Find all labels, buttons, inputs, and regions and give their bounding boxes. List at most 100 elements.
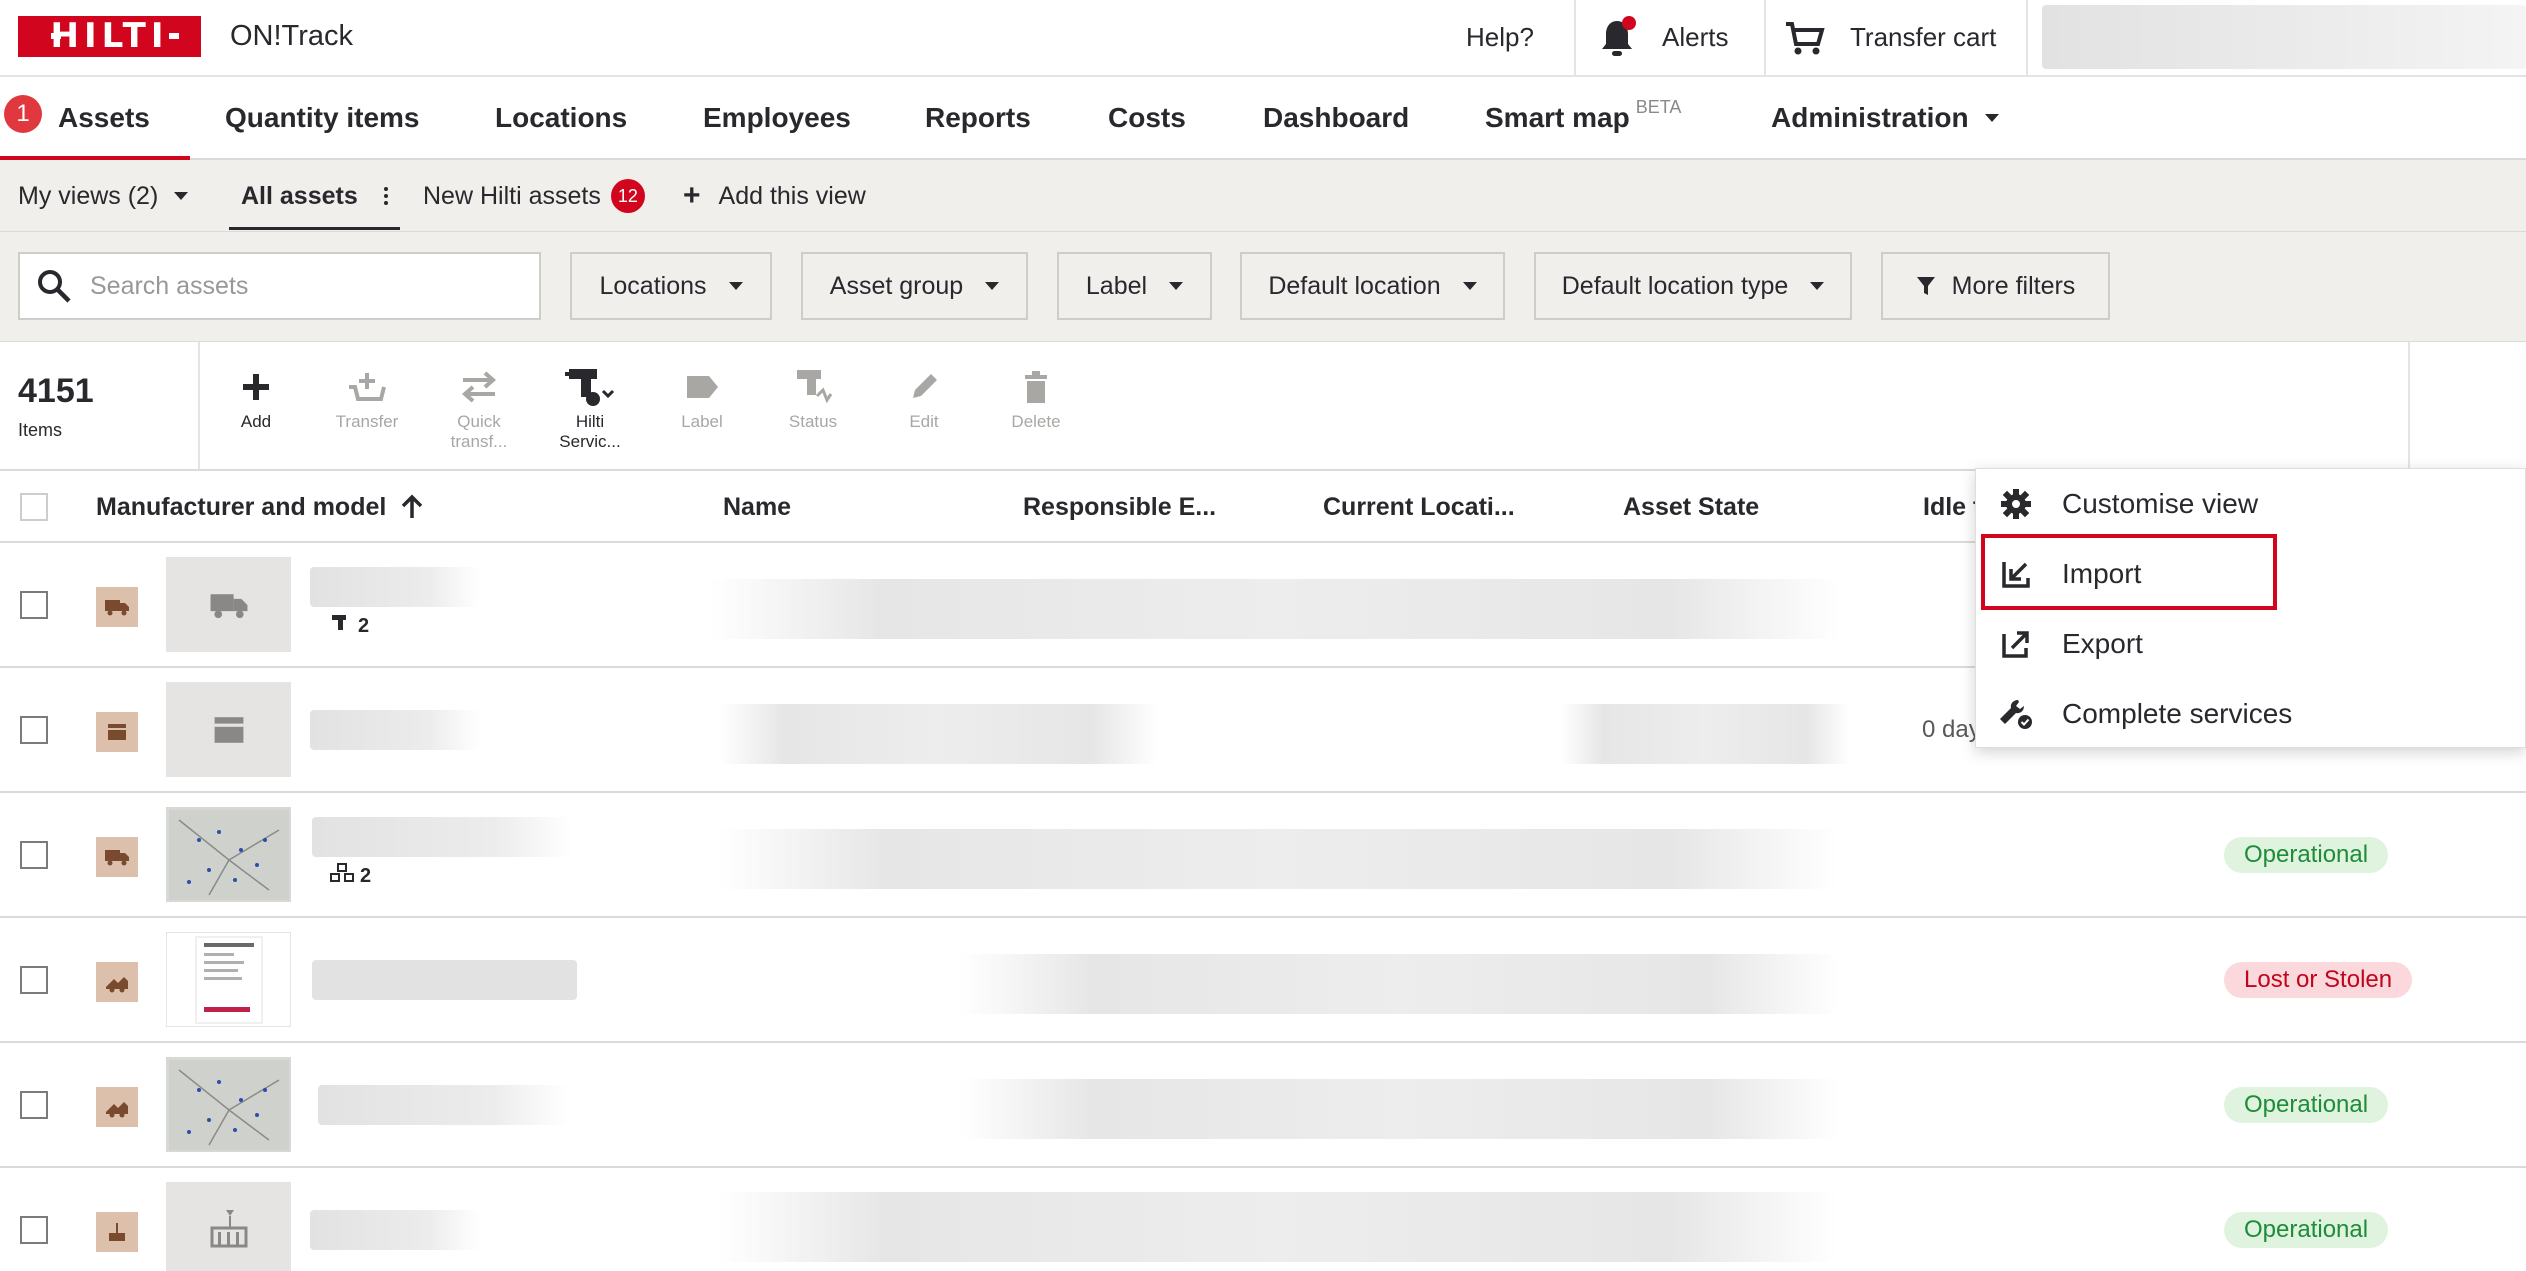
tab-dashboard[interactable]: Dashboard xyxy=(1263,77,1409,158)
import-icon xyxy=(1996,554,2036,594)
table-row[interactable]: Operational xyxy=(0,1168,2526,1271)
asset-thumbnail[interactable] xyxy=(166,682,291,777)
blurred-model-name xyxy=(310,567,480,607)
column-idle-time[interactable]: Idle t xyxy=(1923,471,1981,543)
status-button[interactable]: Status xyxy=(763,362,863,462)
blurred-row-data xyxy=(718,829,1838,889)
more-filters-button[interactable]: More filters xyxy=(1881,252,2110,320)
tab-reports[interactable]: Reports xyxy=(925,77,1031,158)
hilti-services-button[interactable]: Hilti Servic... xyxy=(540,362,640,462)
filter-label[interactable]: Label xyxy=(1057,252,1212,320)
table-row[interactable]: Operational xyxy=(0,1043,2526,1168)
filter-asset-group[interactable]: Asset group xyxy=(801,252,1028,320)
drill-icon xyxy=(330,613,352,639)
delete-button[interactable]: Delete xyxy=(986,362,1086,462)
row-checkbox[interactable] xyxy=(20,1216,48,1244)
kebab-menu-icon[interactable] xyxy=(383,187,388,205)
search-input[interactable]: Search assets xyxy=(18,252,541,320)
item-count-label: Items xyxy=(18,420,63,440)
row-checkbox[interactable] xyxy=(20,1091,48,1119)
tab-label: Administration xyxy=(1771,101,1969,133)
blurred-row-data xyxy=(718,704,1158,764)
asset-thumbnail[interactable] xyxy=(166,1182,291,1271)
chevron-down-icon xyxy=(728,282,743,290)
add-button[interactable]: Add xyxy=(206,362,306,462)
tab-label: Assets xyxy=(58,101,150,133)
filter-default-location-type[interactable]: Default location type xyxy=(1534,252,1852,320)
asset-thumbnail[interactable] xyxy=(166,557,291,652)
edit-button[interactable]: Edit xyxy=(874,362,974,462)
swap-arrows-icon xyxy=(429,362,529,412)
filter-bar: Search assets Locations Asset group Labe… xyxy=(0,232,2526,342)
filter-default-location[interactable]: Default location xyxy=(1240,252,1505,320)
user-account-area[interactable] xyxy=(2042,5,2526,69)
column-responsible-employee[interactable]: Responsible E... xyxy=(1023,471,1216,543)
tab-quantity-items[interactable]: Quantity items xyxy=(225,77,419,158)
machine-icon xyxy=(96,962,138,1002)
tab-smart-map[interactable]: Smart map BETA xyxy=(1485,77,1681,158)
row-checkbox[interactable] xyxy=(20,966,48,994)
table-row[interactable]: Lost or Stolen xyxy=(0,918,2526,1043)
header-divider xyxy=(1764,0,1766,75)
add-view-label: Add this view xyxy=(718,181,866,210)
select-all-checkbox[interactable] xyxy=(20,493,48,521)
view-new-hilti-assets[interactable]: New Hilti assets 12 xyxy=(423,160,645,232)
table-row[interactable]: 2 Operational xyxy=(0,793,2526,918)
menu-item-export[interactable]: Export xyxy=(1976,609,2526,679)
row-checkbox[interactable] xyxy=(20,716,48,744)
column-label: Current Locati... xyxy=(1323,492,1515,521)
tab-label: Costs xyxy=(1108,101,1186,133)
tab-administration[interactable]: Administration xyxy=(1771,77,1999,158)
document-thumbnail[interactable] xyxy=(166,932,291,1027)
menu-item-customise-view[interactable]: Customise view xyxy=(1976,469,2526,539)
all-assets-label: All assets xyxy=(241,181,358,210)
sub-item-count: 2 xyxy=(330,613,369,639)
truck-icon xyxy=(96,837,138,877)
tab-locations[interactable]: Locations xyxy=(495,77,627,158)
sort-ascending-icon xyxy=(400,494,424,520)
column-asset-state[interactable]: Asset State xyxy=(1623,471,1759,543)
row-checkbox[interactable] xyxy=(20,841,48,869)
status-badge: Operational xyxy=(2224,1212,2389,1248)
chevron-down-icon xyxy=(1169,282,1184,290)
transfer-cart-button[interactable]: Transfer cart xyxy=(1784,0,1996,75)
quick-transfer-button[interactable]: Quick transf... xyxy=(429,362,529,462)
filter-label-text: Label xyxy=(1085,271,1148,300)
map-thumbnail[interactable] xyxy=(166,807,291,902)
main-navigation: 1 Assets Quantity items Locations Employ… xyxy=(0,77,2526,160)
column-manufacturer-model[interactable]: Manufacturer and model xyxy=(96,471,424,543)
column-current-location[interactable]: Current Locati... xyxy=(1323,471,1515,543)
tab-assets[interactable]: Assets xyxy=(0,77,190,160)
menu-item-import[interactable]: Import xyxy=(1976,539,2526,609)
column-name[interactable]: Name xyxy=(723,471,791,543)
blurred-row-data xyxy=(710,579,1840,639)
row-checkbox[interactable] xyxy=(20,591,48,619)
help-link[interactable]: Help? xyxy=(1466,0,1534,75)
add-view-button[interactable]: + Add this view xyxy=(683,160,866,232)
menu-item-complete-services[interactable]: Complete services xyxy=(1976,679,2526,749)
new-assets-count-badge: 12 xyxy=(610,179,645,213)
view-all-assets[interactable]: All assets xyxy=(229,160,400,232)
transfer-button[interactable]: Transfer xyxy=(317,362,417,462)
hilti-logo[interactable]: HILTI xyxy=(18,16,201,57)
column-label: Idle t xyxy=(1923,492,1982,521)
map-thumbnail[interactable] xyxy=(166,1057,291,1152)
alerts-button[interactable]: Alerts xyxy=(1600,0,1728,75)
filter-label: Default location type xyxy=(1561,271,1789,300)
menu-item-label: Complete services xyxy=(2062,698,2293,729)
cart-icon xyxy=(1784,20,1826,56)
truck-icon xyxy=(210,593,247,618)
bell-icon xyxy=(1600,15,1636,58)
tab-costs[interactable]: Costs xyxy=(1108,77,1186,158)
hoist-icon xyxy=(210,1209,247,1247)
blurred-model-name xyxy=(312,960,577,1000)
my-views-dropdown[interactable]: My views (2) xyxy=(18,160,189,232)
item-count: 4151 xyxy=(18,372,94,410)
blurred-model-name xyxy=(312,817,572,857)
label-button[interactable]: Label xyxy=(652,362,752,462)
filter-locations[interactable]: Locations xyxy=(570,252,772,320)
menu-item-label: Customise view xyxy=(2062,488,2259,519)
blurred-row-data xyxy=(1560,704,1850,764)
help-label: Help? xyxy=(1466,22,1534,52)
tab-employees[interactable]: Employees xyxy=(703,77,851,158)
